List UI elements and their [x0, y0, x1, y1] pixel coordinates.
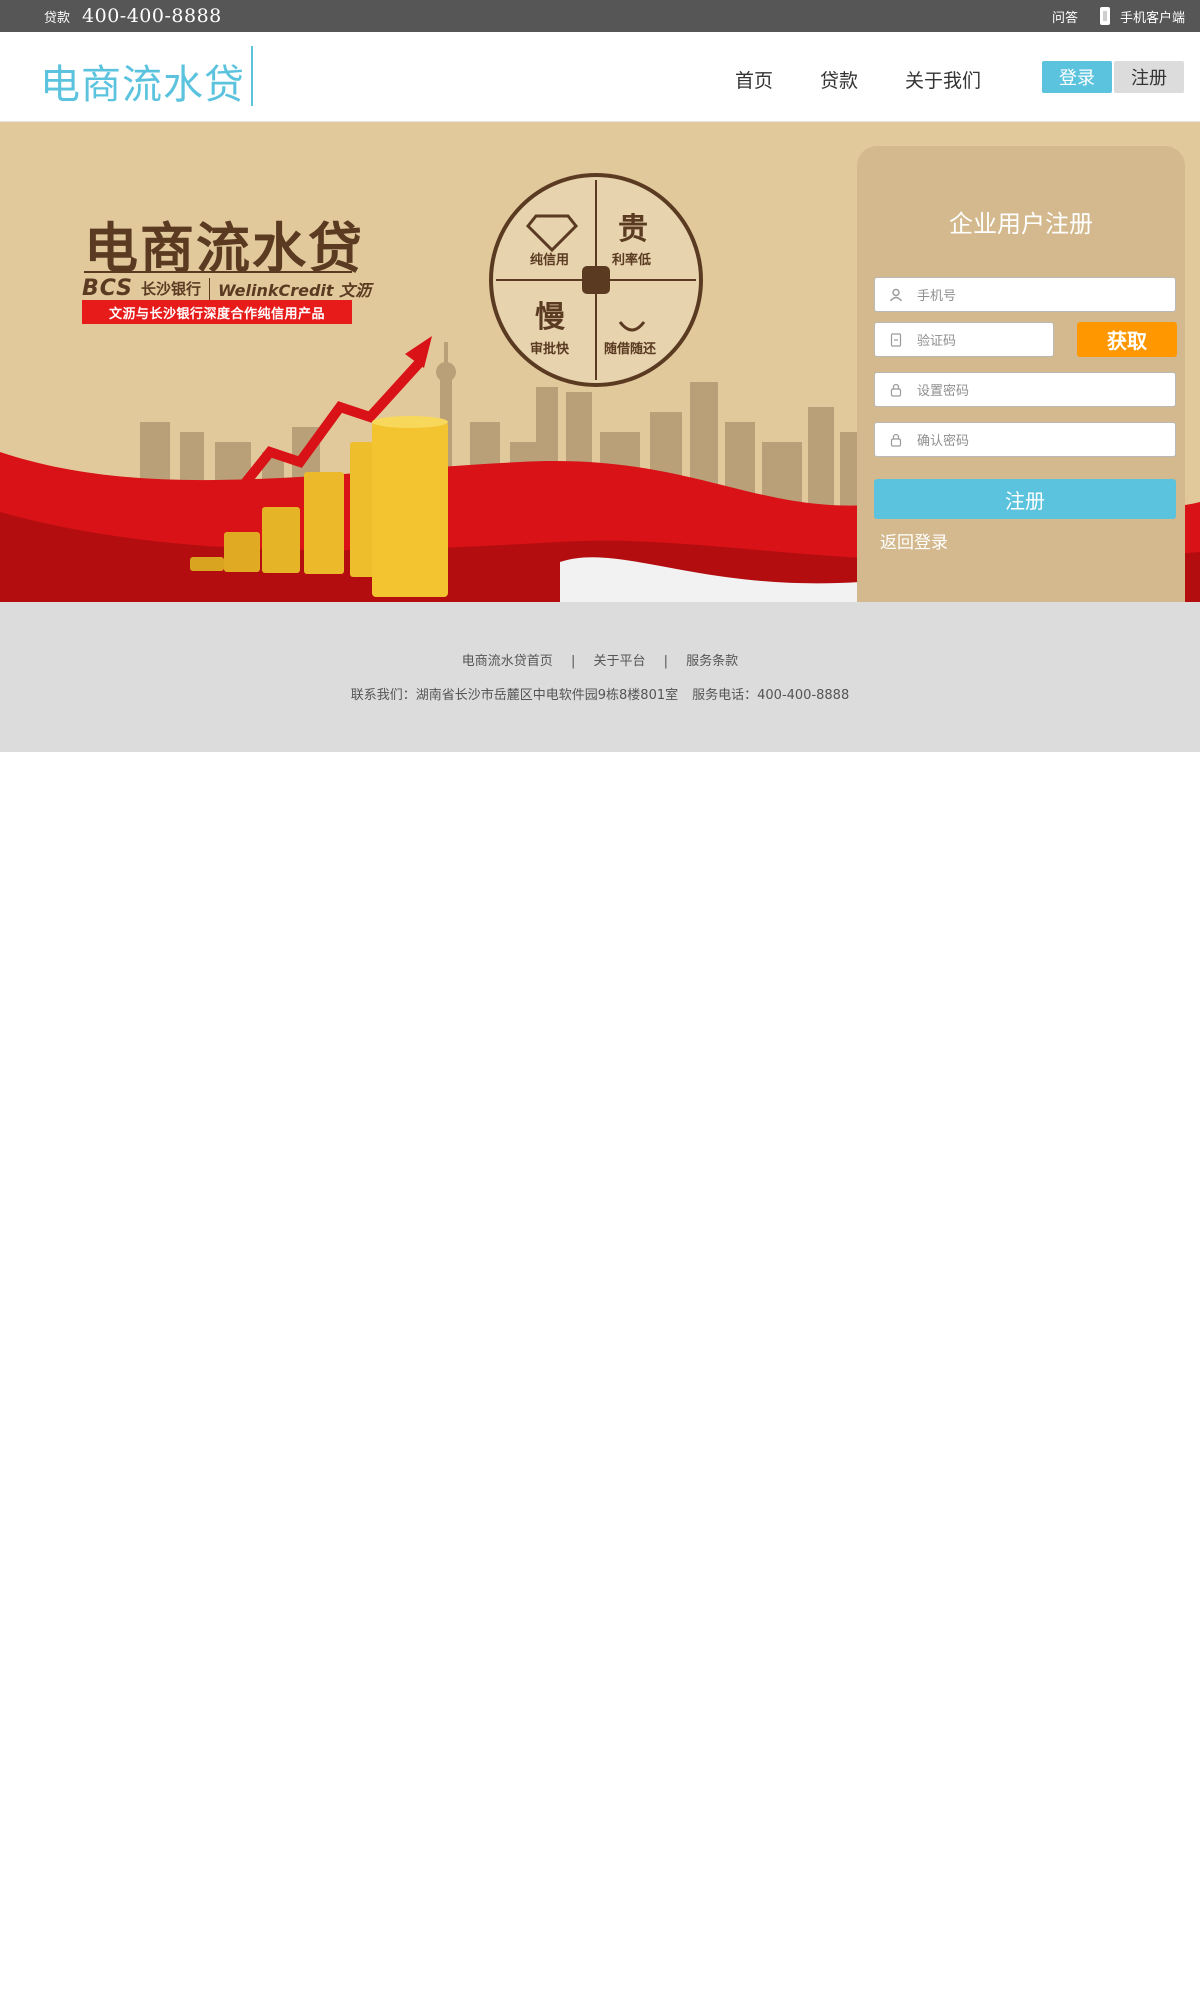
user-icon — [889, 288, 903, 302]
arrow-head — [405, 336, 432, 368]
mobile-client-link[interactable]: 手机客户端 — [1120, 7, 1185, 26]
main-nav: 首页 贷款 关于我们 — [735, 66, 1028, 93]
partner-name: WelinkCredit 文沥 — [218, 280, 372, 300]
get-code-button[interactable]: 获取 — [1077, 322, 1177, 357]
brand-divider — [84, 271, 352, 273]
features-badge — [489, 173, 703, 387]
hotline: 贷款 400-400-8888 — [44, 0, 222, 32]
back-to-login-link[interactable]: 返回登录 — [880, 528, 948, 553]
quadrant-label-approval: 审批快 — [530, 342, 570, 357]
top-bar: 贷款 400-400-8888 问答 手机客户端 — [0, 0, 1200, 32]
quadrant-label-credit: 纯信用 — [530, 253, 570, 268]
confirm-password-field[interactable]: 确认密码 — [874, 422, 1176, 457]
banner-partners: BCS 长沙银行 WelinkCredit 文沥 — [82, 276, 371, 301]
mobile-phone-icon — [1099, 7, 1110, 25]
register-title: 企业用户注册 — [949, 210, 1093, 238]
footer-separator: | — [663, 654, 669, 669]
nav-home[interactable]: 首页 — [735, 66, 773, 93]
site-footer: 电商流水贷首页 | 关于平台 | 服务条款 联系我们：湖南省长沙市岳麓区中电软件… — [0, 602, 1200, 752]
partner-separator — [209, 277, 210, 300]
submit-register-button[interactable]: 注册 — [874, 479, 1176, 519]
code-placeholder: 验证码 — [917, 334, 957, 349]
document-icon — [889, 332, 903, 347]
bcs-logo: BCS — [82, 276, 133, 301]
footer-contact: 联系我们：湖南省长沙市岳麓区中电软件园9栋8楼801室 服务电话：400-400-… — [0, 684, 1200, 703]
service-phone: 服务电话：400-400-8888 — [692, 688, 850, 703]
lock-icon — [889, 383, 903, 397]
site-header: 电商流水贷 首页 贷款 关于我们 登录 注册 — [0, 32, 1200, 122]
logo[interactable]: 电商流水贷 — [40, 52, 245, 110]
footer-separator: | — [570, 654, 576, 669]
nav-loan[interactable]: 贷款 — [820, 66, 858, 93]
footer-link-home[interactable]: 电商流水贷首页 — [462, 654, 553, 669]
quadrant-label-rate: 利率低 — [612, 253, 652, 268]
nav-about[interactable]: 关于我们 — [905, 66, 981, 93]
bank-name: 长沙银行 — [140, 280, 201, 298]
banner-ribbon: 文沥与长沙银行深度合作纯信用产品 — [82, 300, 352, 324]
top-links: 问答 手机客户端 — [1052, 0, 1185, 32]
quadrant-icon-approval: 慢 — [535, 300, 565, 335]
phone-placeholder: 手机号 — [917, 289, 957, 304]
quadrant-label-repay: 随借随还 — [604, 342, 657, 357]
contact-address: 联系我们：湖南省长沙市岳麓区中电软件园9栋8楼801室 — [350, 688, 679, 703]
hotline-number: 400-400-8888 — [82, 5, 222, 27]
phone-field[interactable]: 手机号 — [874, 277, 1176, 312]
footer-links: 电商流水贷首页 | 关于平台 | 服务条款 — [0, 650, 1200, 669]
confirm-password-placeholder: 确认密码 — [917, 434, 970, 449]
password-field[interactable]: 设置密码 — [874, 372, 1176, 407]
footer-link-terms[interactable]: 服务条款 — [686, 654, 738, 669]
password-placeholder: 设置密码 — [917, 384, 970, 399]
hotline-label: 贷款 — [44, 10, 71, 26]
code-field[interactable]: 验证码 — [874, 322, 1054, 357]
register-button[interactable]: 注册 — [1114, 61, 1184, 93]
qa-link[interactable]: 问答 — [1052, 7, 1078, 26]
logo-divider — [251, 46, 253, 106]
quadrant-icon-rate: 贵 — [618, 212, 648, 247]
footer-link-about[interactable]: 关于平台 — [593, 654, 645, 669]
register-panel: 企业用户注册 手机号 验证码 获取 设置密码 确认密码 注册 返回登录 — [857, 146, 1185, 606]
lock-icon — [889, 433, 903, 447]
login-button[interactable]: 登录 — [1042, 61, 1112, 93]
